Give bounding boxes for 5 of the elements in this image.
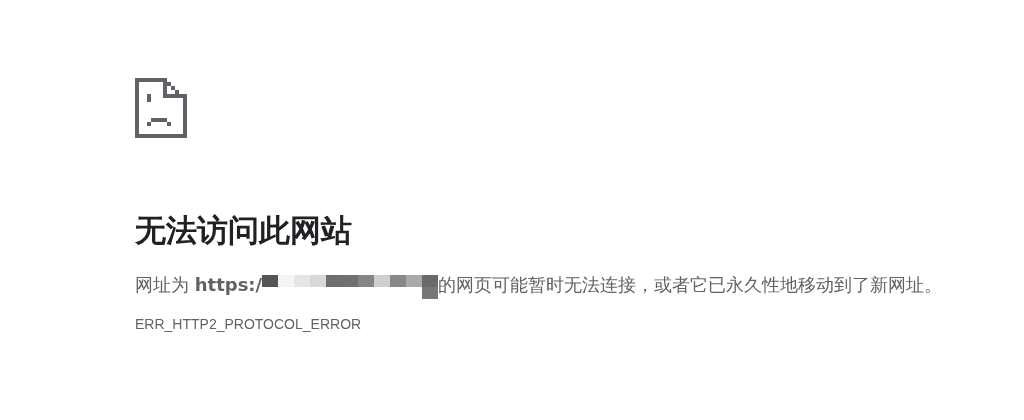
- error-code: ERR_HTTP2_PROTOCOL_ERROR: [135, 316, 363, 332]
- message-text: 网址为 https:/: [135, 274, 263, 295]
- sad-document-icon: [135, 78, 187, 138]
- error-heading: 无法访问此网站: [135, 211, 353, 250]
- message-text: 的网页可能暂时无法连接，或者它已永久性地移动到了新网址。: [438, 274, 943, 295]
